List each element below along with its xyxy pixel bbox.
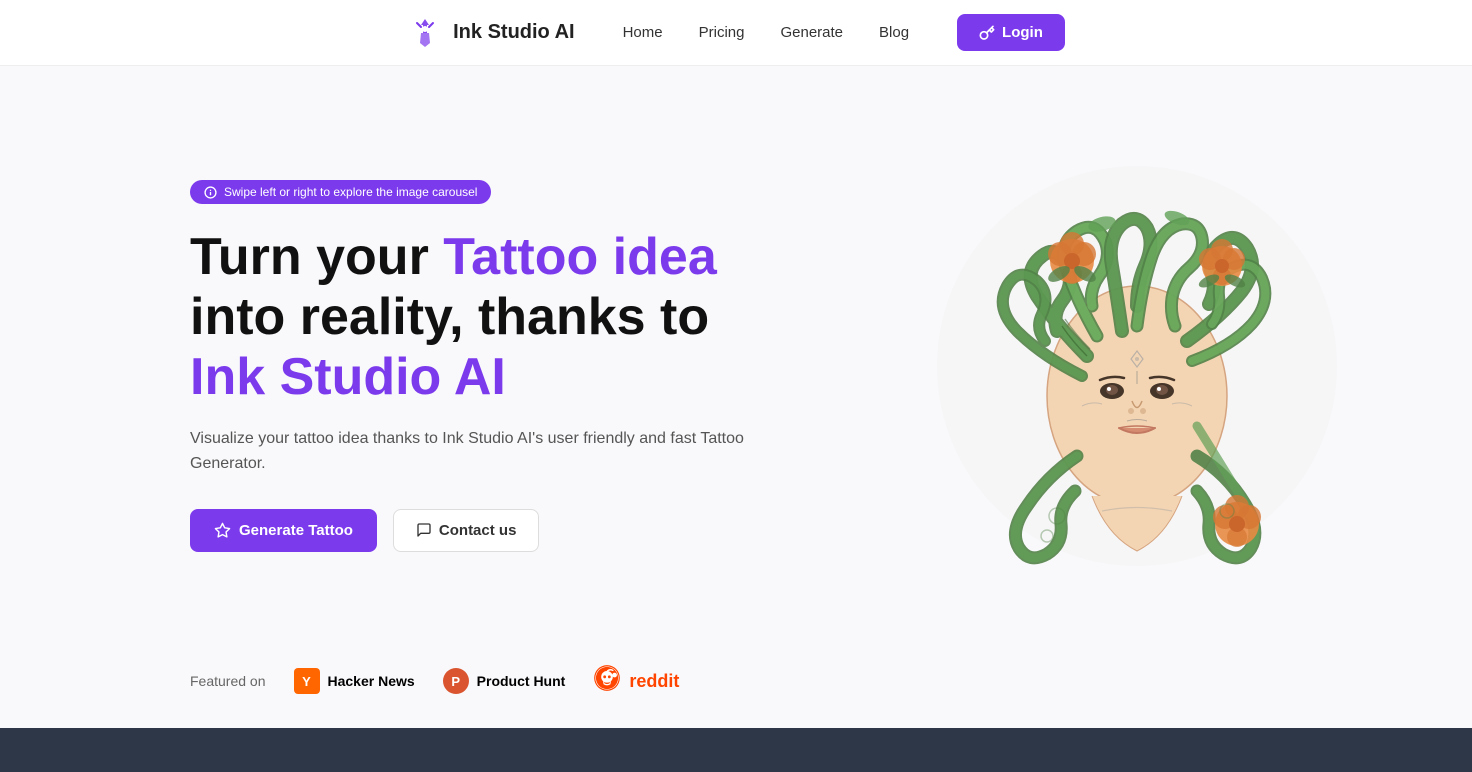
- carousel-hint-badge: Swipe left or right to explore the image…: [190, 180, 491, 204]
- chat-icon: [416, 522, 432, 538]
- featured-hackernews[interactable]: Y Hacker News: [294, 668, 415, 694]
- hero-title-part1: Turn your: [190, 228, 443, 286]
- generate-tattoo-button[interactable]: Generate Tattoo: [190, 509, 377, 552]
- hero-buttons: Generate Tattoo Contact us: [190, 509, 750, 552]
- featured-label: Featured on: [190, 673, 266, 689]
- featured-producthunt[interactable]: P Product Hunt: [443, 668, 566, 694]
- nav-generate[interactable]: Generate: [780, 24, 843, 41]
- logo-icon: [407, 15, 443, 51]
- hero-subtitle: Visualize your tattoo idea thanks to Ink…: [190, 426, 750, 477]
- info-icon: [204, 186, 217, 199]
- login-button[interactable]: Login: [957, 14, 1065, 51]
- hackernews-label: Hacker News: [328, 673, 415, 689]
- featured-items: Y Hacker News P Product Hunt: [294, 664, 680, 698]
- nav-logo[interactable]: Ink Studio AI: [407, 15, 574, 51]
- hero-title: Turn your Tattoo idea into reality, than…: [190, 228, 750, 407]
- nav-blog[interactable]: Blog: [879, 24, 909, 41]
- footer-bar: [0, 728, 1472, 772]
- medusa-artwork: [927, 156, 1347, 576]
- brand-name: Ink Studio AI: [453, 21, 574, 44]
- reddit-label: reddit: [629, 671, 679, 692]
- producthunt-badge: P: [443, 668, 469, 694]
- hero-content: Swipe left or right to explore the image…: [190, 180, 750, 552]
- navbar: Ink Studio AI Home Pricing Generate Blog…: [0, 0, 1472, 66]
- nav-home[interactable]: Home: [623, 24, 663, 41]
- key-icon: [979, 25, 995, 41]
- producthunt-label: Product Hunt: [477, 673, 566, 689]
- hero-title-highlight2: Ink Studio AI: [190, 348, 506, 406]
- hero-title-part2: into reality, thanks to: [190, 288, 709, 346]
- hero-title-highlight1: Tattoo idea: [443, 228, 716, 286]
- generate-icon: [214, 522, 231, 539]
- nav-pricing[interactable]: Pricing: [699, 24, 745, 41]
- nav-links: Home Pricing Generate Blog: [623, 24, 909, 41]
- hero-section: Swipe left or right to explore the image…: [0, 66, 1472, 646]
- contact-us-button[interactable]: Contact us: [393, 509, 540, 552]
- hackernews-badge: Y: [294, 668, 320, 694]
- reddit-icon: [593, 664, 621, 698]
- featured-section: Featured on Y Hacker News P Product Hunt: [0, 646, 1472, 728]
- featured-reddit[interactable]: reddit: [593, 664, 679, 698]
- hero-image: [922, 151, 1352, 581]
